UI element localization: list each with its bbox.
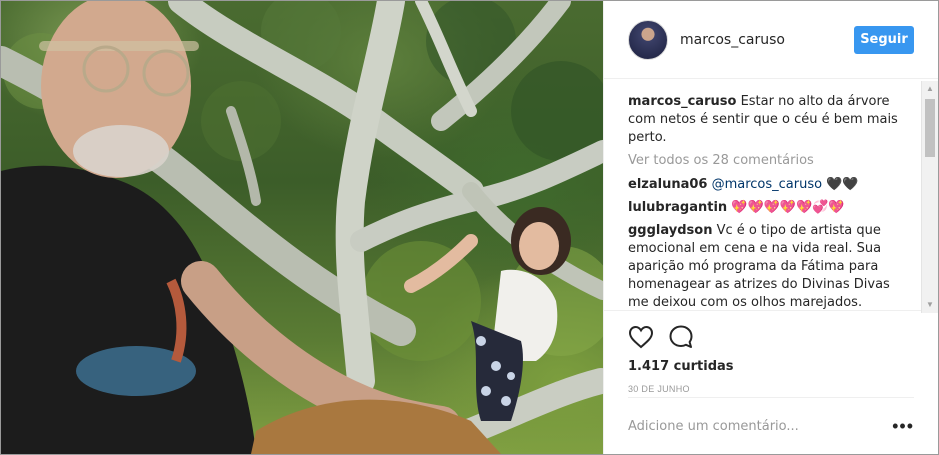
post-author-username[interactable]: marcos_caruso	[680, 32, 854, 48]
scrollbar-thumb[interactable]	[925, 99, 935, 157]
list-item: ggglaydson Vc é o tipo de artista que em…	[628, 222, 914, 310]
ellipsis-icon[interactable]: •••	[892, 417, 914, 435]
post-date[interactable]: 30 DE JUNHO	[604, 374, 938, 394]
caption: marcos_caruso Estar no alto da árvore co…	[628, 93, 914, 147]
caption-username[interactable]: marcos_caruso	[628, 94, 736, 109]
heart-icon[interactable]	[628, 325, 654, 349]
comment-input[interactable]	[628, 418, 893, 434]
photo-illustration	[1, 1, 603, 454]
comment-mention[interactable]: @marcos_caruso	[712, 177, 823, 192]
comment-username[interactable]: ggglaydson	[628, 223, 712, 238]
action-bar	[604, 311, 938, 355]
likes-count[interactable]: 1.417 curtidas	[604, 355, 938, 374]
comment-username[interactable]: elzaluna06	[628, 177, 707, 192]
post-modal: marcos_caruso Seguir marcos_caruso Estar…	[0, 0, 939, 455]
list-item: lulubragantin 💖💖💖💖💖💞💖	[628, 199, 914, 217]
post-photo[interactable]	[1, 1, 603, 454]
scroll-down-icon[interactable]: ▼	[922, 297, 938, 313]
comments-list[interactable]: marcos_caruso Estar no alto da árvore co…	[604, 79, 938, 311]
comment-username[interactable]: lulubragantin	[628, 200, 727, 215]
post-side-panel: marcos_caruso Seguir marcos_caruso Estar…	[603, 1, 938, 454]
scroll-up-icon[interactable]: ▲	[922, 81, 938, 97]
comments-scrollbar[interactable]: ▲ ▼	[921, 81, 938, 313]
comment-text: 💖💖💖💖💖💞💖	[731, 200, 845, 215]
add-comment-bar: •••	[628, 397, 914, 454]
view-all-comments-link[interactable]: Ver todos os 28 comentários	[628, 152, 914, 170]
post-header: marcos_caruso Seguir	[604, 1, 938, 79]
comment-text: 🖤🖤	[826, 177, 859, 192]
list-item: elzaluna06 @marcos_caruso 🖤🖤	[628, 176, 914, 194]
speech-bubble-icon[interactable]	[668, 324, 694, 350]
avatar[interactable]	[628, 19, 668, 60]
follow-button[interactable]: Seguir	[854, 25, 914, 54]
